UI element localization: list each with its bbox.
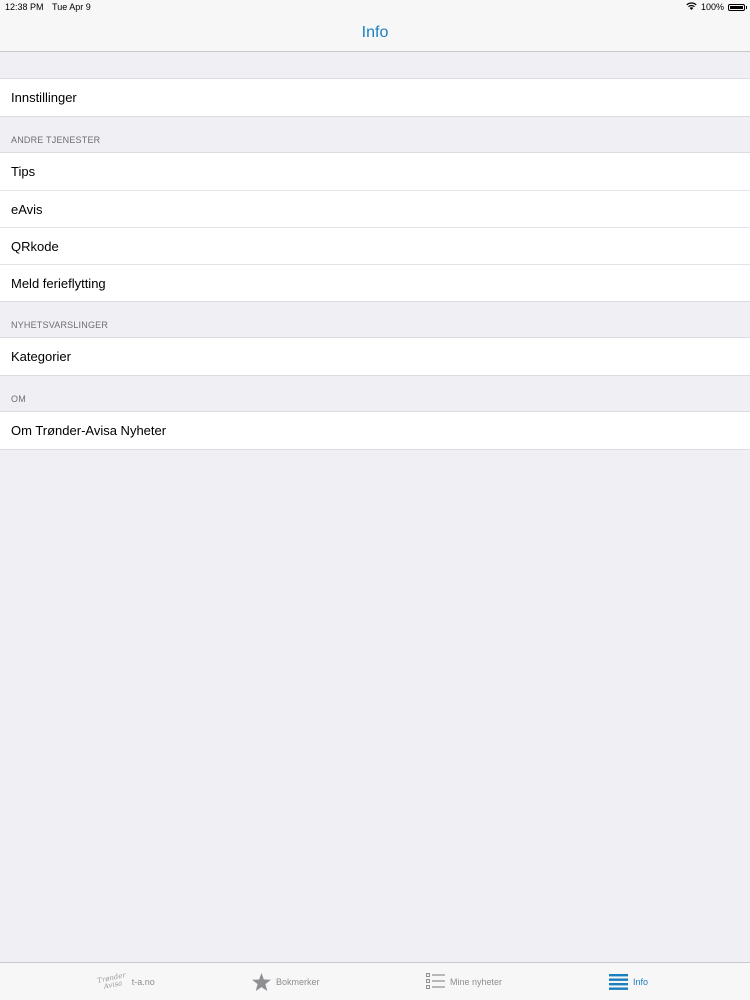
- top-spacer: [0, 52, 750, 78]
- row-om-tronder-avisa[interactable]: Om Trønder-Avisa Nyheter: [0, 412, 750, 449]
- star-icon: [252, 972, 271, 991]
- navigation-bar: Info: [0, 14, 750, 52]
- row-meld-ferieflytting[interactable]: Meld ferieflytting: [0, 264, 750, 301]
- status-bar: 12:38 PM Tue Apr 9 100%: [0, 0, 750, 14]
- settings-table: Innstillinger ANDRE TJENESTER Tips eAvis…: [0, 52, 750, 450]
- trønder-avisa-logo-icon: Trønder Avisa: [97, 971, 128, 992]
- tab-bar: Trønder Avisa t-a.no Bokmerker Mine nyhe…: [0, 962, 750, 1000]
- info-list-icon: [609, 973, 628, 990]
- row-qrkode[interactable]: QRkode: [0, 227, 750, 264]
- row-tips[interactable]: Tips: [0, 153, 750, 190]
- status-right: 100%: [686, 0, 747, 14]
- tab-mine-nyheter[interactable]: Mine nyheter: [426, 963, 502, 1000]
- settings-group: Innstillinger: [0, 78, 750, 117]
- list-icon: [426, 973, 445, 990]
- tab-label: Mine nyheter: [450, 976, 503, 987]
- section-header-about: OM: [11, 394, 26, 404]
- battery-percent: 100%: [700, 2, 724, 12]
- tab-label: t-a.no: [131, 976, 155, 987]
- status-time: 12:38 PM: [5, 2, 44, 12]
- page-title: Info: [361, 24, 389, 41]
- tab-info[interactable]: Info: [609, 963, 648, 1000]
- tab-label: Info: [633, 976, 649, 987]
- row-innstillinger[interactable]: Innstillinger: [0, 79, 750, 116]
- row-eavis[interactable]: eAvis: [0, 190, 750, 227]
- battery-icon: [728, 3, 747, 11]
- section-header-news-alerts: NYHETSVARSLINGER: [11, 320, 109, 330]
- tab-label: Bokmerker: [276, 976, 320, 987]
- tab-bokmerker[interactable]: Bokmerker: [252, 963, 320, 1000]
- row-kategorier[interactable]: Kategorier: [0, 338, 750, 375]
- about-group: Om Trønder-Avisa Nyheter: [0, 411, 750, 450]
- battery-fill: [730, 5, 743, 9]
- status-left: 12:38 PM Tue Apr 9: [5, 0, 91, 14]
- news-alerts-group: Kategorier: [0, 337, 750, 376]
- status-date: Tue Apr 9: [52, 2, 91, 12]
- wifi-icon: [686, 0, 697, 14]
- other-services-group: Tips eAvis QRkode Meld ferieflytting: [0, 152, 750, 302]
- section-header-other-services: ANDRE TJENESTER: [11, 135, 101, 145]
- tab-t-a-no[interactable]: Trønder Avisa t-a.no: [97, 963, 155, 1000]
